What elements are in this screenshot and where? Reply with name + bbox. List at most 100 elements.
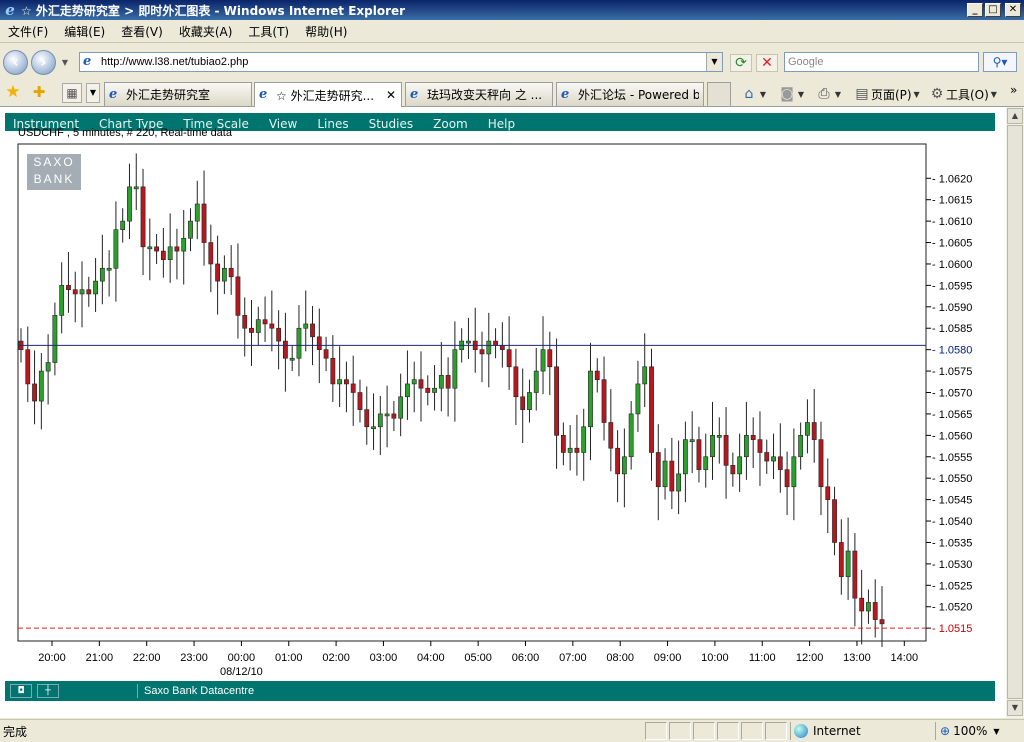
home-command[interactable]: ⌂ ▼ [740,84,768,104]
candle-body [506,349,512,368]
y-tick-label: - 1.0550 [932,473,972,485]
status-text: 完成 [3,725,28,739]
footer-button-2[interactable]: ┼ [37,684,59,698]
tools-command[interactable]: ⚙ 工具(O) ▼ [928,84,999,104]
tools-menu-label[interactable]: 工具(O) [946,86,989,103]
menu-tools[interactable]: 工具(T) [240,23,297,40]
tab-page-icon: e [109,86,118,102]
gear-icon: ⚙ [930,86,944,102]
y-tick-label: - 1.0560 [932,430,972,442]
minimize-button[interactable]: _ [967,3,983,17]
overflow-chevron-icon[interactable]: » [1010,80,1017,100]
quick-tabs-icon[interactable]: ▦ [62,83,82,103]
menu-edit[interactable]: 编辑(E) [56,23,113,40]
tab-3[interactable]: e 珐玛改变天秤向 之 ... [405,82,553,106]
search-button[interactable]: ⚲▾ [983,52,1017,72]
candle-body [106,267,112,271]
zoom-level: 100% [953,724,988,738]
candle-body [737,456,743,475]
candle-body [581,426,587,453]
ie-logo-icon: e [5,1,15,19]
tab-list-dropdown-icon[interactable]: ▼ [86,83,100,103]
new-tab-button[interactable] [707,82,731,106]
tab-close-icon[interactable]: ✕ [385,88,397,102]
x-tick-label: 20:00 [38,652,66,664]
candle-body [608,422,614,449]
tools-dropdown-icon[interactable]: ▼ [989,90,999,99]
candle-body [750,435,756,440]
y-tick-label: - 1.0580 [932,345,972,357]
x-tick-label: 05:00 [464,652,492,664]
tab-1[interactable]: e 外汇走势研究室 [104,82,252,106]
candle-body [649,366,654,453]
menu-help[interactable]: 帮助(H) [297,23,355,40]
scroll-up-icon[interactable]: ▲ [1007,108,1023,124]
menu-file[interactable]: 文件(F) [0,23,56,40]
maximize-button[interactable]: □ [985,3,1001,17]
candle-body [296,327,302,359]
candle-body [838,542,844,578]
candle-body [310,323,315,338]
candle-body [188,220,193,239]
printer-icon[interactable]: ⎙ [815,86,833,102]
favorites-star-icon[interactable]: ★ [4,83,22,101]
stop-icon[interactable]: ✕ [756,54,778,72]
address-dropdown-icon[interactable]: ▼ [706,53,722,71]
zoom-dropdown-icon[interactable]: ▼ [993,727,999,736]
y-tick-label: - 1.0570 [932,388,972,400]
page-dropdown-icon[interactable]: ▼ [912,90,922,99]
candle-body [635,383,641,415]
search-input[interactable]: Google [784,52,979,72]
refresh-icon[interactable]: ⟳ [730,54,752,72]
print-dropdown-icon[interactable]: ▼ [833,90,843,99]
scroll-thumb[interactable] [1007,125,1023,699]
rss-icon[interactable]: ◙ [778,86,796,102]
home-dropdown-icon[interactable]: ▼ [758,90,768,99]
status-cell [717,722,739,740]
home-icon[interactable]: ⌂ [740,86,758,102]
security-zone[interactable]: Internet [790,722,930,740]
tab-2-active[interactable]: e ☆ 外汇走势研究... ✕ [254,82,402,107]
address-field[interactable]: e http://www.l38.net/tubiao2.php ▼ [79,52,723,72]
vertical-scrollbar[interactable]: ▲ ▼ [1006,107,1024,718]
candle-body [418,379,424,389]
page-command[interactable]: ▤ 页面(P) ▼ [853,84,922,104]
candle-body [845,550,851,578]
candle-body [181,237,187,252]
page-content: Instrument Chart Type Time Scale View Li… [0,107,1006,718]
tab-label: 外汇论坛 - Powered b... [578,88,699,102]
y-tick-label: - 1.0610 [932,216,972,228]
feeds-dropdown-icon[interactable]: ▼ [796,90,806,99]
status-bar: 完成 Internet ⊕ 100% ▼ [0,719,1024,742]
history-dropdown-icon[interactable]: ▼ [59,58,71,67]
candle-body [682,439,688,475]
scroll-down-icon[interactable]: ▼ [1007,700,1023,716]
forward-button[interactable]: › [31,49,56,75]
menu-favorites[interactable]: 收藏夹(A) [171,23,241,40]
price-chart[interactable]: - 1.0620 - 1.0615 - 1.0610 - 1.0605 - 1.0600… [0,107,1006,677]
candle-body [662,460,668,488]
status-cell [693,722,715,740]
x-tick-label: 01:00 [275,652,303,664]
candle-body [560,435,566,453]
candle-body [642,366,648,385]
date-label: 08/12/10 [220,666,263,677]
candle-body [377,413,383,428]
feeds-command[interactable]: ◙ ▼ [778,84,806,104]
x-tick-label: 03:00 [370,652,398,664]
address-input[interactable]: http://www.l38.net/tubiao2.php [101,56,706,68]
candle-body [533,370,539,393]
menu-view[interactable]: 查看(V) [113,23,171,40]
candle-body [479,349,485,355]
page-menu-label[interactable]: 页面(P) [871,86,912,103]
add-favorite-icon[interactable]: ✚ [30,83,48,101]
print-command[interactable]: ⎙ ▼ [815,84,843,104]
zoom-control[interactable]: ⊕ 100% ▼ [935,722,1005,740]
y-tick-label: - 1.0545 [932,495,972,507]
footer-button-1[interactable]: ◘ [10,684,32,698]
candle-body [174,246,180,252]
candle-body [350,383,356,393]
back-button[interactable]: ‹ [3,49,28,75]
close-button[interactable]: ✕ [1005,3,1021,17]
tab-4[interactable]: e 外汇论坛 - Powered b... [556,82,704,106]
